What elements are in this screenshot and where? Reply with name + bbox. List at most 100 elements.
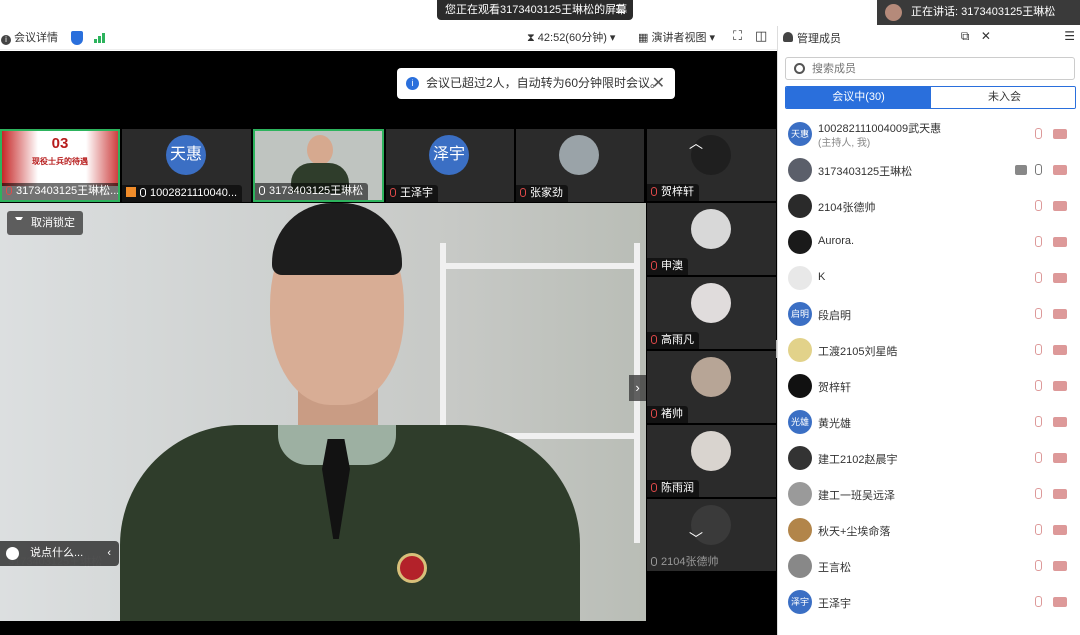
mic-muted-icon[interactable] (1035, 524, 1042, 535)
member-row[interactable]: 启明 段启明 (778, 296, 1080, 332)
video-tile[interactable]: 申澳 (647, 203, 776, 275)
member-row[interactable]: Aurora. (778, 224, 1080, 260)
member-row[interactable]: 秋天+尘埃命落 (778, 512, 1080, 548)
tile-name: 陈雨润 (661, 482, 694, 494)
security-shield-icon[interactable] (71, 31, 83, 45)
mic-muted-icon[interactable] (1035, 596, 1042, 607)
member-row[interactable]: 王言松 (778, 548, 1080, 584)
video-tile[interactable]: 天惠 1002821110040... (122, 129, 251, 202)
mic-muted-icon[interactable] (1035, 560, 1042, 571)
view-mode-button[interactable]: ▦ 演讲者视图 ▾ (638, 30, 715, 46)
meeting-timer[interactable]: ⧗ 42:52(60分钟) ▾ (527, 30, 615, 46)
member-row[interactable]: 光雄 黄光雄 (778, 404, 1080, 440)
mic-muted-icon[interactable] (1035, 380, 1042, 391)
tab-not-joined[interactable]: 未入会 (932, 87, 1075, 108)
menu-icon[interactable]: ☰ (615, 0, 625, 20)
fullscreen-icon[interactable]: ⛶ (733, 28, 742, 44)
scroll-down-icon[interactable]: ﹀ (689, 529, 703, 549)
members-panel: 管理成员 ⧉ ✕ ☰ 会议中(30) 未入会 天惠100282111004009… (777, 26, 1080, 635)
member-search-box[interactable] (785, 57, 1075, 80)
active-speaker-indicator: 正在讲话: 3173403125王琳松 (877, 0, 1080, 25)
emoji-icon[interactable] (6, 547, 19, 560)
mic-muted-icon[interactable] (1035, 344, 1042, 355)
avatar (788, 446, 812, 470)
mic-muted-icon[interactable] (1035, 452, 1042, 463)
notice-text: 会议已超过2人，自动转为60分钟限时会议。 (426, 76, 663, 90)
member-search-input[interactable] (812, 60, 1062, 77)
video-tile[interactable]: 褚帅 (647, 351, 776, 423)
camera-off-icon[interactable] (1053, 525, 1067, 535)
member-row[interactable]: 贺梓轩 (778, 368, 1080, 404)
avatar (788, 518, 812, 542)
member-row[interactable]: 天惠 100282111004009武天惠 (主持人, 我) (778, 116, 1080, 152)
mic-muted-icon[interactable] (1035, 272, 1042, 283)
camera-off-icon[interactable] (1053, 453, 1067, 463)
mic-icon[interactable] (1035, 164, 1042, 175)
mic-muted-icon[interactable] (1035, 200, 1042, 211)
scroll-up-icon[interactable]: ︿ (689, 133, 703, 153)
video-tile[interactable]: 张家劲 (516, 129, 644, 202)
panel-menu-icon[interactable]: ☰ (1064, 29, 1075, 43)
mic-muted-icon (651, 261, 657, 270)
video-tile[interactable]: 陈雨润 (647, 425, 776, 497)
tab-in-meeting[interactable]: 会议中(30) (786, 87, 931, 108)
camera-off-icon[interactable] (1053, 561, 1067, 571)
member-row[interactable]: K (778, 260, 1080, 296)
camera-off-icon[interactable] (1053, 381, 1067, 391)
chat-input-bar[interactable]: 说点什么... ‹ (0, 541, 119, 566)
avatar (788, 482, 812, 506)
mic-muted-icon[interactable] (1035, 236, 1042, 247)
network-signal-icon[interactable] (94, 33, 106, 43)
mic-muted-icon[interactable] (1035, 488, 1042, 499)
mic-muted-icon[interactable] (1035, 128, 1042, 139)
video-tile[interactable]: 3173403125王琳松 (253, 129, 384, 202)
main-video[interactable]: 取消锁定 3173403125王琳松 说点什么... ‹ › (0, 203, 646, 621)
video-stage: i 会议已超过2人，自动转为60分钟限时会议。 ✕ 03 现役士兵的待遇 317… (0, 51, 777, 635)
member-list: 天惠 100282111004009武天惠 (主持人, 我) 3173403125王琳… (778, 116, 1080, 635)
meeting-details-button[interactable]: i 会议详情 (1, 30, 58, 46)
screen-share-icon (1015, 165, 1027, 175)
member-name: 段启明 (818, 310, 851, 322)
mic-muted-icon[interactable] (1035, 308, 1042, 319)
tile-name: 张家劲 (530, 187, 563, 199)
unpin-button[interactable]: 取消锁定 (7, 211, 83, 235)
camera-off-icon[interactable] (1053, 489, 1067, 499)
mic-muted-icon[interactable] (1035, 416, 1042, 427)
popout-icon[interactable]: ⧉ (961, 29, 970, 43)
close-icon[interactable]: ✕ (981, 29, 991, 43)
video-tile[interactable]: 03 现役士兵的待遇 3173403125王琳松... (0, 129, 120, 202)
screen-share-banner[interactable]: 您正在观看3173403125王琳松的屏幕 ☰ (437, 0, 633, 20)
member-name: 秋天+尘埃命落 (818, 526, 891, 538)
avatar (691, 357, 731, 397)
video-tile[interactable]: 2104张德帅 (647, 499, 776, 571)
member-row[interactable]: 建工一班吴远泽 (778, 476, 1080, 512)
camera-off-icon[interactable] (1053, 129, 1067, 139)
video-bed-rail (440, 263, 640, 269)
video-tile[interactable]: 贺梓轩 (647, 129, 776, 201)
member-row[interactable]: 2104张德帅 (778, 188, 1080, 224)
member-tabs: 会议中(30) 未入会 (785, 86, 1076, 109)
camera-off-icon[interactable] (1053, 309, 1067, 319)
avatar (788, 194, 812, 218)
camera-off-icon[interactable] (1053, 345, 1067, 355)
camera-off-icon[interactable] (1053, 273, 1067, 283)
camera-off-icon[interactable] (1053, 237, 1067, 247)
camera-off-icon[interactable] (1053, 417, 1067, 427)
video-tile[interactable]: 泽宇 王泽宇 (386, 129, 514, 202)
camera-off-icon[interactable] (1053, 597, 1067, 607)
camera-off-icon[interactable] (1053, 201, 1067, 211)
member-row[interactable]: 泽宇 王泽宇 (778, 584, 1080, 620)
next-page-arrow-icon[interactable]: › (629, 375, 646, 401)
member-row[interactable]: 3173403125王琳松 (778, 152, 1080, 188)
collapse-chat-icon[interactable]: ‹ (107, 541, 111, 566)
member-name: Aurora. (818, 235, 855, 247)
tile-namebar: 褚帅 (647, 406, 688, 423)
close-icon[interactable]: ✕ (652, 68, 665, 99)
sidebar-toggle-icon[interactable]: ◫ (755, 28, 767, 44)
member-row[interactable]: 工渡2105刘星皓 (778, 332, 1080, 368)
video-tile[interactable]: 高雨凡 (647, 277, 776, 349)
member-row[interactable]: 建工2102赵晨宇 (778, 440, 1080, 476)
info-icon: i (406, 77, 419, 90)
camera-off-icon[interactable] (1053, 165, 1067, 175)
tile-namebar: 贺梓轩 (647, 184, 699, 201)
